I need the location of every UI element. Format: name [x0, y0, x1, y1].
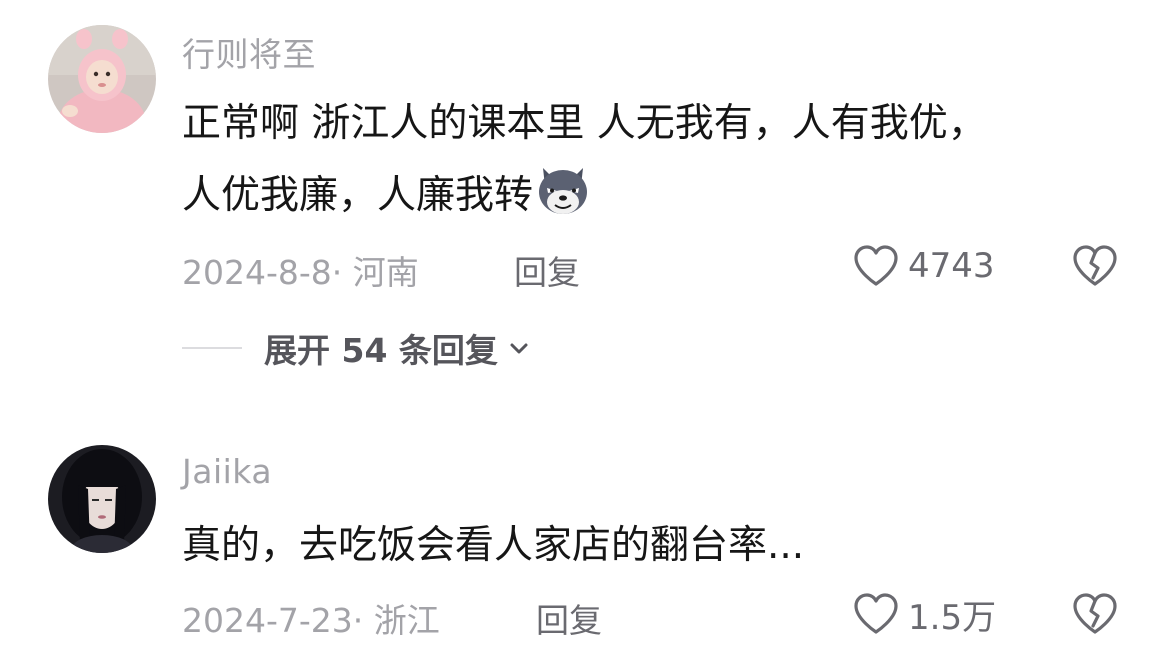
comment-text-line: 真的，去吃饭会看人家店的翻台率... [182, 523, 805, 568]
like-count: 1.5万 [908, 597, 997, 638]
comment-text-line: 人优我廉，人廉我转 [182, 160, 1132, 232]
chevron-down-icon [508, 337, 530, 359]
broken-heart-icon [1072, 244, 1118, 288]
like-button[interactable]: 4743 [852, 244, 995, 288]
comment-meta: 2024-7-23· 浙江 [182, 594, 440, 642]
comment-text: 正常啊 浙江人的课本里 人无我有，人有我优， 人优我廉，人廉我转 [182, 88, 1132, 232]
comment-text-fragment: 人优我廉，人廉我转 [182, 173, 534, 218]
heart-outline-icon [852, 592, 900, 636]
comment-item: 行则将至 正常啊 浙江人的课本里 人无我有，人有我优， 人优我廉，人廉我转 20… [0, 0, 1170, 420]
reply-button[interactable]: 回复 [514, 246, 580, 294]
meta-separator: · [331, 253, 343, 292]
divider [182, 347, 242, 349]
comment-meta: 2024-8-8· 河南 [182, 246, 419, 294]
comment-list: 行则将至 正常啊 浙江人的课本里 人无我有，人有我优， 人优我廉，人廉我转 20… [0, 0, 1170, 652]
broken-heart-icon [1072, 592, 1118, 636]
meta-separator: · [352, 601, 364, 640]
comment-date: 2024-8-8 [182, 253, 332, 292]
like-count: 4743 [908, 246, 995, 286]
dislike-button[interactable] [1072, 244, 1118, 288]
comment-location: 浙江 [373, 601, 440, 640]
wolf-face-emoji [535, 162, 591, 218]
like-button[interactable]: 1.5万 [852, 592, 997, 638]
comment-location: 河南 [352, 253, 419, 292]
comment-date: 2024-7-23 [182, 601, 353, 640]
comment-text: 真的，去吃饭会看人家店的翻台率... [182, 510, 1132, 582]
comment-item: Jaiika 真的，去吃饭会看人家店的翻台率... 2024-7-23· 浙江 … [0, 430, 1170, 652]
expand-replies-label: 展开 54 条回复 [264, 331, 498, 370]
heart-outline-icon [852, 244, 900, 288]
dislike-button[interactable] [1072, 592, 1118, 636]
expand-replies-button[interactable]: 展开 54 条回复 [182, 326, 530, 370]
reply-button[interactable]: 回复 [536, 594, 602, 642]
comment-text-line: 正常啊 浙江人的课本里 人无我有，人有我优， [182, 101, 987, 146]
avatar[interactable] [48, 25, 156, 133]
username[interactable]: Jaiika [182, 452, 272, 491]
username[interactable]: 行则将至 [182, 28, 316, 76]
avatar[interactable] [48, 445, 156, 553]
